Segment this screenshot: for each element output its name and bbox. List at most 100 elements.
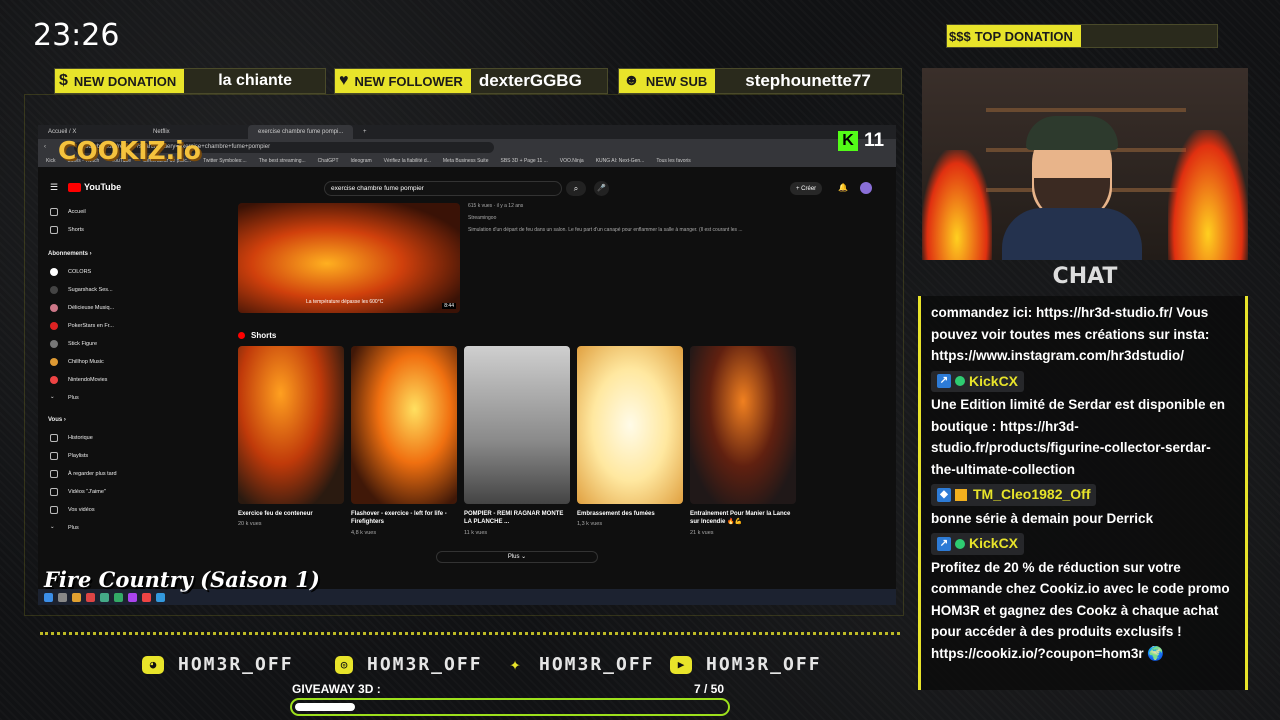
dollar-icon: $ [59,72,68,89]
channel-avatar [50,322,58,330]
show-title: Fire Country (Saison 1) [44,567,320,592]
short-views: 1,3 k vues [577,521,603,527]
video-duration: 8:44 [442,303,456,309]
channel-avatar [50,286,58,294]
youtube-header: ☰ YouTube exercise chambre fume pompier … [38,177,896,201]
youtube-icon: ▶ [670,655,692,674]
short-title[interactable]: Embrassement des fumées [577,510,683,518]
sidebar-item-watch-later[interactable]: À regarder plus tard [38,465,138,483]
taskbar-app-icon[interactable] [142,592,151,602]
home-icon [50,208,58,216]
bookmark-item[interactable]: KUNG AI: Next-Gen... [596,158,645,164]
short-thumbnail[interactable] [577,346,683,504]
video-channel[interactable]: Streamingoo [468,215,798,221]
discord-icon: ◕ [142,655,164,674]
bookmark-item[interactable]: Kick [46,158,55,164]
alert-follower: ♥ NEW FOLLOWER dexterGGBG [334,68,608,94]
search-icon[interactable]: ⌕ [566,181,586,196]
stream-clock: 23:26 [33,18,120,53]
taskbar-app-icon[interactable] [58,592,67,602]
user-icon: ☻ [623,72,640,89]
taskbar-app-icon[interactable] [100,592,109,602]
shorts-icon [238,332,245,339]
youtube-sidebar: Accueil Shorts Abonnements › COLORS Suga… [38,203,138,537]
short-title[interactable]: POMPIER - REMI RAGNAR MONTE LA PLANCHE .… [464,510,570,526]
youtube-logo[interactable]: YouTube [68,182,121,192]
chat-username: ◆ TM_Cleo1982_Off [931,484,1097,506]
bookmark-item[interactable]: Vérifiez la fiabilité d... [384,158,431,164]
video-caption: La température dépasse les 600°C [306,299,384,305]
video-thumbnail[interactable]: La température dépasse les 600°C 8:44 [238,203,460,313]
chat-message: commandez ici: https://hr3d-studio.fr/ V… [931,305,1210,363]
taskbar-app-icon[interactable] [156,592,165,602]
short-views: 21 k vues [690,530,714,536]
shorts-icon [50,226,58,234]
sidebar-sub[interactable]: Sugarshack Ses... [38,281,138,299]
taskbar-app-icon[interactable] [86,592,95,602]
sidebar-more[interactable]: ⌄ Plus [38,519,138,537]
clock-icon [50,470,58,478]
sidebar-item-playlists[interactable]: Playlists [38,447,138,465]
menu-icon[interactable]: ☰ [50,182,58,193]
tab-youtube[interactable]: exercise chambre fume pompi... [248,125,353,139]
channel-avatar [50,358,58,366]
bookmark-item[interactable]: Tous les favoris [656,158,690,164]
bell-icon[interactable]: 🔔 [838,183,848,192]
short-thumbnail[interactable] [464,346,570,504]
sidebar-sub[interactable]: Stick Figure [38,335,138,353]
verified-icon [955,538,965,549]
short-title[interactable]: Entraînement Pour Manier la Lance sur In… [690,510,796,526]
kick-badge-icon: ↗ [937,536,951,551]
short-thumbnail[interactable] [238,346,344,504]
bookmark-item[interactable]: ChatGPT [318,158,339,164]
sidebar-item-your-videos[interactable]: Vos vidéos [38,501,138,519]
sidebar-sub[interactable]: COLORS [38,263,138,281]
taskbar-app-icon[interactable] [72,592,81,602]
channel-avatar [50,340,58,348]
mic-icon[interactable]: 🎤 [594,181,609,196]
taskbar-app-icon[interactable] [114,592,123,602]
back-icon[interactable]: ‹ [44,144,46,150]
avatar[interactable] [860,182,872,194]
subscriptions-heading[interactable]: Abonnements › [38,245,138,263]
bookmark-item[interactable]: Ideogram [351,158,372,164]
taskbar-app-icon[interactable] [128,592,137,602]
top-donation-label: TOP DONATION [974,28,1073,44]
bookmark-item[interactable]: Meta Business Suite [443,158,489,164]
bookmark-item[interactable]: Twitter Symboles:... [203,158,247,164]
short-thumbnail[interactable] [690,346,796,504]
play-icon [68,182,81,192]
sidebar-sub[interactable]: Délicieuse Musiq... [38,299,138,317]
chevron-down-icon: ⌄ [50,394,55,400]
alert-donation-label: NEW DONATION [73,73,177,89]
sidebar-sub[interactable]: Chillhop Music [38,353,138,371]
search-input[interactable]: exercise chambre fume pompier [324,181,562,196]
history-icon [50,434,58,442]
sidebar-item-history[interactable]: Historique [38,429,138,447]
kick-badge-icon: ◆ [937,487,951,502]
bookmark-item[interactable]: VOO.Ninja [560,158,584,164]
bookmark-item[interactable]: SBS 3D + Page 11 ... [500,158,547,164]
alert-sub-value: stephounette77 [745,71,871,90]
short-title[interactable]: Exercice feu de conteneur [238,510,344,518]
channel-avatar [50,376,58,384]
sidebar-sub[interactable]: NintendoMovies [38,371,138,389]
short-title[interactable]: Flashover - exercice - left for life - F… [351,510,457,526]
video-views: 615 k vues · il y a 12 ans [468,203,524,209]
kick-badge-icon: ↗ [937,374,951,389]
new-tab-button[interactable]: + [353,125,373,139]
sidebar-item-shorts[interactable]: Shorts [38,221,138,239]
sidebar-more[interactable]: ⌄ Plus [38,389,138,407]
sidebar-item-home[interactable]: Accueil [38,203,138,221]
giveaway-label: GIVEAWAY 3D : [292,682,381,696]
show-more-button[interactable]: Plus ⌄ [436,551,598,563]
short-thumbnail[interactable] [351,346,457,504]
create-button[interactable]: + Créer [790,182,823,195]
sidebar-item-liked[interactable]: Vidéos "J'aime" [38,483,138,501]
webcam-feed [922,68,1248,260]
chevron-down-icon: ⌄ [50,524,55,530]
sidebar-sub[interactable]: PokerStars en Fr... [38,317,138,335]
windows-start-icon[interactable] [44,592,53,602]
you-heading[interactable]: Vous › [38,411,138,429]
bookmark-item[interactable]: The best streaming... [259,158,306,164]
